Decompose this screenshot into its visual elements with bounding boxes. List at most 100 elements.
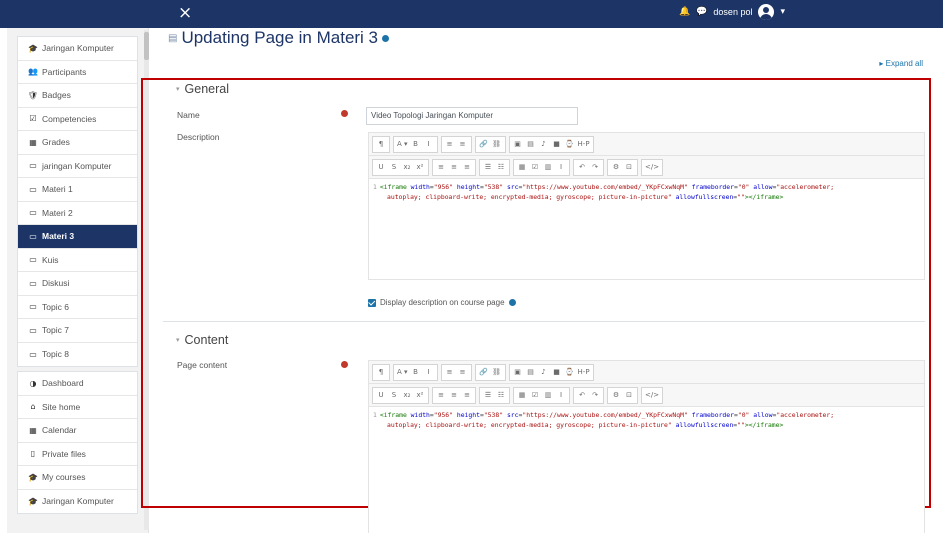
toolbar-button[interactable]: ⛓ [491, 137, 503, 152]
toolbar-button[interactable]: ☰ [482, 160, 494, 175]
toolbar-button[interactable]: ⚙ [610, 160, 622, 175]
toolbar-button[interactable]: U [375, 160, 387, 175]
toolbar-button[interactable]: ≡ [444, 365, 456, 380]
toolbar-button[interactable]: ⊡ [623, 160, 635, 175]
general-section-toggle[interactable]: ▾ General [176, 82, 229, 96]
toolbar-button[interactable]: x₂ [401, 160, 413, 175]
close-icon[interactable]: × [178, 4, 192, 22]
toolbar-button[interactable]: ▣ [512, 365, 524, 380]
bell-icon[interactable]: 🔔 [679, 7, 690, 17]
toolbar-button[interactable]: x² [414, 388, 426, 403]
avatar[interactable] [758, 4, 775, 20]
toolbar-button[interactable]: ≡ [457, 137, 469, 152]
content-section-toggle[interactable]: ▾ Content [176, 333, 228, 347]
toolbar-button[interactable]: H-P [577, 365, 591, 380]
toolbar-button[interactable]: ↶ [576, 160, 588, 175]
toolbar-button[interactable]: ⚙ [610, 388, 622, 403]
chevron-down-icon[interactable]: ▾ [780, 7, 785, 17]
toolbar-button[interactable]: x₂ [401, 388, 413, 403]
toolbar-button[interactable]: ≡ [435, 388, 447, 403]
toolbar-button[interactable]: 🔗 [478, 365, 490, 380]
toolbar-button[interactable]: ¶ [375, 137, 387, 152]
toolbar-button[interactable]: ▥ [542, 388, 554, 403]
toolbar-button[interactable]: ≡ [435, 160, 447, 175]
sidebar-item-badges[interactable]: 🛡 Badges [18, 84, 137, 108]
sidebar-item-calendar[interactable]: ▦ Calendar [18, 419, 137, 443]
sidebar-item-diskusi[interactable]: ▭ Diskusi [18, 272, 137, 296]
toolbar-button[interactable]: ▥ [542, 160, 554, 175]
toolbar-button[interactable]: </> [644, 160, 660, 175]
toolbar-button[interactable]: ¶ [375, 365, 387, 380]
toolbar-button[interactable]: ■ [551, 365, 563, 380]
toolbar-button[interactable]: ≡ [461, 160, 473, 175]
toolbar-button[interactable]: ▤ [525, 137, 537, 152]
sidebar-item-topic-7[interactable]: ▭ Topic 7 [18, 319, 137, 343]
toolbar-button[interactable]: H-P [577, 137, 591, 152]
sidebar-item-my-courses[interactable]: 🎓 My courses [18, 466, 137, 490]
toolbar-button[interactable]: ⛓ [491, 365, 503, 380]
sidebar-item-jaringan-komputer[interactable]: 🎓 Jaringan Komputer [18, 37, 137, 61]
toolbar-button[interactable]: ⌚ [564, 365, 576, 380]
toolbar-button[interactable]: I [423, 137, 435, 152]
toolbar-button[interactable]: S [388, 388, 400, 403]
toolbar-button[interactable]: ▦ [516, 160, 528, 175]
page-content-code-area[interactable]: 1 <iframe width="956" height="538" src="h… [368, 406, 925, 533]
sidebar-item-topic-8[interactable]: ▭ Topic 8 [18, 343, 137, 367]
name-field[interactable]: Video Topologi Jaringan Komputer [366, 107, 578, 125]
sidebar-item-dashboard[interactable]: ◑ Dashboard [18, 372, 137, 396]
user-menu[interactable]: 🔔 💬 dosen pol ▾ [679, 4, 785, 20]
toolbar-button[interactable]: ≡ [448, 160, 460, 175]
toolbar-button[interactable]: ▦ [516, 388, 528, 403]
sidebar-item-materi-1[interactable]: ▭ Materi 1 [18, 178, 137, 202]
toolbar-button[interactable]: ≡ [461, 388, 473, 403]
toolbar-button[interactable]: ≡ [448, 388, 460, 403]
sidebar-item-grades[interactable]: ▦ Grades [18, 131, 137, 155]
toolbar-button[interactable]: 🔗 [478, 137, 490, 152]
user-name[interactable]: dosen pol [713, 7, 752, 17]
toolbar-button[interactable]: ↶ [576, 388, 588, 403]
sidebar-item-jaringan-komputer[interactable]: ▭ jaringan Komputer [18, 155, 137, 178]
toolbar-button[interactable]: A ▾ [396, 137, 409, 152]
sidebar-item-private-files[interactable]: ▯ Private files [18, 443, 137, 466]
toolbar-button[interactable]: ☑ [529, 160, 541, 175]
sidebar-item-site-home[interactable]: ⌂ Site home [18, 396, 137, 419]
toolbar-button[interactable]: ⊡ [623, 388, 635, 403]
toolbar-button[interactable]: x² [414, 160, 426, 175]
sidebar-item-kuis[interactable]: ▭ Kuis [18, 249, 137, 272]
toolbar-button[interactable]: ■ [551, 137, 563, 152]
toolbar-button[interactable]: ♪ [538, 137, 550, 152]
toolbar-button[interactable]: ☰ [482, 388, 494, 403]
toolbar-button[interactable]: I [555, 160, 567, 175]
sidebar-item-participants[interactable]: 👥 Participants [18, 61, 137, 84]
sidebar-item-materi-2[interactable]: ▭ Materi 2 [18, 202, 137, 225]
sidebar-item-competencies[interactable]: ☑ Competencies [18, 108, 137, 131]
toolbar-button[interactable]: ▤ [525, 365, 537, 380]
chat-icon[interactable]: 💬 [696, 7, 707, 17]
toolbar-button[interactable]: ↷ [589, 388, 601, 403]
toolbar-button[interactable]: ⌚ [564, 137, 576, 152]
sidebar-item-topic-6[interactable]: ▭ Topic 6 [18, 296, 137, 319]
display-description-option[interactable]: Display description on course page [368, 298, 516, 307]
sidebar-scroll-thumb[interactable] [144, 32, 149, 60]
toolbar-button[interactable]: ≡ [444, 137, 456, 152]
toolbar-button[interactable]: </> [644, 388, 660, 403]
toolbar-button[interactable]: ☷ [495, 388, 507, 403]
toolbar-button[interactable]: ▣ [512, 137, 524, 152]
toolbar-button[interactable]: ☷ [495, 160, 507, 175]
toolbar-button[interactable]: S [388, 160, 400, 175]
toolbar-button[interactable]: B [410, 137, 422, 152]
expand-all-link[interactable]: ▸ Expand all [879, 59, 923, 68]
toolbar-button[interactable]: I [555, 388, 567, 403]
display-description-checkbox[interactable] [368, 298, 376, 307]
toolbar-button[interactable]: ♪ [538, 365, 550, 380]
toolbar-button[interactable]: I [423, 365, 435, 380]
description-code-area[interactable]: 1 <iframe width="956" height="538" src="h… [368, 178, 925, 280]
toolbar-button[interactable]: ☑ [529, 388, 541, 403]
toolbar-button[interactable]: ≡ [457, 365, 469, 380]
toolbar-button[interactable]: B [410, 365, 422, 380]
sidebar-item-materi-3[interactable]: ▭ Materi 3 [18, 225, 137, 249]
toolbar-button[interactable]: U [375, 388, 387, 403]
toolbar-button[interactable]: ↷ [589, 160, 601, 175]
sidebar-item-jaringan-komputer[interactable]: 🎓 Jaringan Komputer [18, 490, 137, 514]
help-icon[interactable] [508, 299, 516, 306]
